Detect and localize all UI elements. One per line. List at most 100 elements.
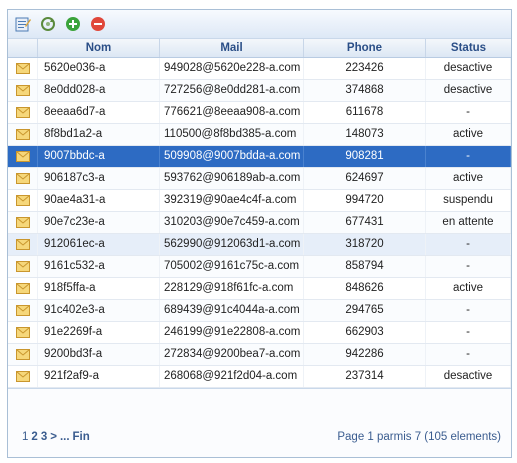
grid-panel: Nom Mail Phone Status 5620e036-a 949028@5… bbox=[7, 9, 512, 458]
envelope-icon bbox=[15, 173, 30, 184]
envelope-icon bbox=[15, 327, 30, 338]
envelope-icon bbox=[15, 239, 30, 250]
cell-mail: 246199@91e22808-a.com bbox=[160, 322, 304, 343]
cell-status: - bbox=[426, 344, 511, 365]
table-row[interactable]: 90e7c23e-a 310203@90e7c459-a.com 677431 en … bbox=[8, 212, 511, 234]
envelope-icon bbox=[15, 217, 30, 228]
table-row[interactable]: 90ae4a31-a 392319@90ae4c4f-a.com 994720 sus… bbox=[8, 190, 511, 212]
row-icon-cell bbox=[8, 146, 38, 167]
cell-status: desactive bbox=[426, 58, 511, 79]
cell-nom: 921f2af9-a bbox=[38, 366, 160, 387]
cell-mail: 310203@90e7c459-a.com bbox=[160, 212, 304, 233]
cell-phone: 677431 bbox=[304, 212, 426, 233]
table-row[interactable]: 906187c3-a 593762@906189ab-a.com 624697 act… bbox=[8, 168, 511, 190]
column-header-status[interactable]: Status bbox=[426, 39, 511, 57]
column-header-nom[interactable]: Nom bbox=[38, 39, 160, 57]
page-link[interactable]: > bbox=[50, 431, 57, 443]
cell-phone: 374868 bbox=[304, 80, 426, 101]
table-row[interactable]: 9007bbdc-a 509908@9007bdda-a.com 908281- bbox=[8, 146, 511, 168]
row-icon-cell bbox=[8, 366, 38, 387]
cell-status: suspendu bbox=[426, 190, 511, 211]
refresh-icon bbox=[41, 17, 55, 31]
page-link[interactable]: ... bbox=[60, 431, 70, 443]
page-link[interactable]: 3 bbox=[41, 431, 47, 443]
row-icon-cell bbox=[8, 168, 38, 189]
table-row[interactable]: 912061ec-a 562990@912063d1-a.com 318720- bbox=[8, 234, 511, 256]
cell-status: active bbox=[426, 124, 511, 145]
cell-status: desactive bbox=[426, 366, 511, 387]
grid-body: 5620e036-a 949028@5620e228-a.com 223426 des… bbox=[8, 58, 511, 388]
cell-status: active bbox=[426, 168, 511, 189]
cell-mail: 392319@90ae4c4f-a.com bbox=[160, 190, 304, 211]
table-row[interactable]: 921f2af9-a 268068@921f2d04-a.com 237314 des… bbox=[8, 366, 511, 388]
cell-phone: 223426 bbox=[304, 58, 426, 79]
cell-nom: 5620e036-a bbox=[38, 58, 160, 79]
cell-status: - bbox=[426, 102, 511, 123]
cell-mail: 272834@9200bea7-a.com bbox=[160, 344, 304, 365]
table-row[interactable]: 5620e036-a 949028@5620e228-a.com 223426 des… bbox=[8, 58, 511, 80]
cell-phone: 942286 bbox=[304, 344, 426, 365]
row-icon-cell bbox=[8, 190, 38, 211]
column-header-phone[interactable]: Phone bbox=[304, 39, 426, 57]
envelope-icon bbox=[15, 129, 30, 140]
table-row[interactable]: 8f8bd1a2-a 110500@8f8bd385-a.com 148073 act… bbox=[8, 124, 511, 146]
row-icon-cell bbox=[8, 102, 38, 123]
cell-phone: 848626 bbox=[304, 278, 426, 299]
row-icon-cell bbox=[8, 322, 38, 343]
cell-status: - bbox=[426, 300, 511, 321]
cell-mail: 268068@921f2d04-a.com bbox=[160, 366, 304, 387]
pagination: 1 2 3 >... Fin bbox=[22, 431, 93, 443]
page-link[interactable]: Fin bbox=[73, 431, 90, 443]
cell-mail: 689439@91c4044a-a.com bbox=[160, 300, 304, 321]
table-row[interactable]: 9161c532-a 705002@9161c75c-a.com 858794- bbox=[8, 256, 511, 278]
edit-icon bbox=[15, 17, 31, 32]
envelope-icon bbox=[15, 63, 30, 74]
cell-mail: 705002@9161c75c-a.com bbox=[160, 256, 304, 277]
cell-nom: 918f5ffa-a bbox=[38, 278, 160, 299]
envelope-icon bbox=[15, 195, 30, 206]
add-icon bbox=[66, 17, 80, 31]
cell-status: - bbox=[426, 234, 511, 255]
cell-nom: 9200bd3f-a bbox=[38, 344, 160, 365]
add-button[interactable] bbox=[64, 15, 82, 33]
delete-button[interactable] bbox=[89, 15, 107, 33]
table-row[interactable]: 8eeaa6d7-a 776621@8eeaa908-a.com 611678- bbox=[8, 102, 511, 124]
row-icon-cell bbox=[8, 300, 38, 321]
cell-nom: 90ae4a31-a bbox=[38, 190, 160, 211]
table-row[interactable]: 8e0dd028-a 727256@8e0dd281-a.com 374868 des… bbox=[8, 80, 511, 102]
row-icon-cell bbox=[8, 212, 38, 233]
page-link: 1 bbox=[22, 431, 29, 443]
cell-nom: 912061ec-a bbox=[38, 234, 160, 255]
page-link[interactable]: 2 bbox=[31, 431, 37, 443]
cell-phone: 611678 bbox=[304, 102, 426, 123]
table-row[interactable]: 918f5ffa-a 228129@918f61fc-a.com 848626 act… bbox=[8, 278, 511, 300]
cell-nom: 8eeaa6d7-a bbox=[38, 102, 160, 123]
row-icon-cell bbox=[8, 80, 38, 101]
cell-mail: 509908@9007bdda-a.com bbox=[160, 146, 304, 167]
cell-mail: 949028@5620e228-a.com bbox=[160, 58, 304, 79]
table-row[interactable]: 9200bd3f-a 272834@9200bea7-a.com 942286- bbox=[8, 344, 511, 366]
cell-status: - bbox=[426, 256, 511, 277]
grid-footer: 1 2 3 >... Fin Page 1 parmis 7 (105 elements… bbox=[8, 388, 511, 457]
table-row[interactable]: 91c402e3-a 689439@91c4044a-a.com 294765- bbox=[8, 300, 511, 322]
cell-phone: 994720 bbox=[304, 190, 426, 211]
cell-nom: 8f8bd1a2-a bbox=[38, 124, 160, 145]
edit-button[interactable] bbox=[14, 15, 32, 33]
cell-status: active bbox=[426, 278, 511, 299]
grid-header: Nom Mail Phone Status bbox=[8, 39, 511, 58]
delete-icon bbox=[91, 17, 105, 31]
envelope-icon bbox=[15, 305, 30, 316]
table-row[interactable]: 91e2269f-a 246199@91e22808-a.com 662903- bbox=[8, 322, 511, 344]
cell-nom: 90e7c23e-a bbox=[38, 212, 160, 233]
envelope-icon bbox=[15, 349, 30, 360]
cell-status: - bbox=[426, 322, 511, 343]
cell-status: en attente bbox=[426, 212, 511, 233]
cell-phone: 858794 bbox=[304, 256, 426, 277]
cell-mail: 776621@8eeaa908-a.com bbox=[160, 102, 304, 123]
refresh-button[interactable] bbox=[39, 15, 57, 33]
row-icon-cell bbox=[8, 278, 38, 299]
cell-phone: 662903 bbox=[304, 322, 426, 343]
cell-phone: 294765 bbox=[304, 300, 426, 321]
column-header-mail[interactable]: Mail bbox=[160, 39, 304, 57]
envelope-icon bbox=[15, 107, 30, 118]
